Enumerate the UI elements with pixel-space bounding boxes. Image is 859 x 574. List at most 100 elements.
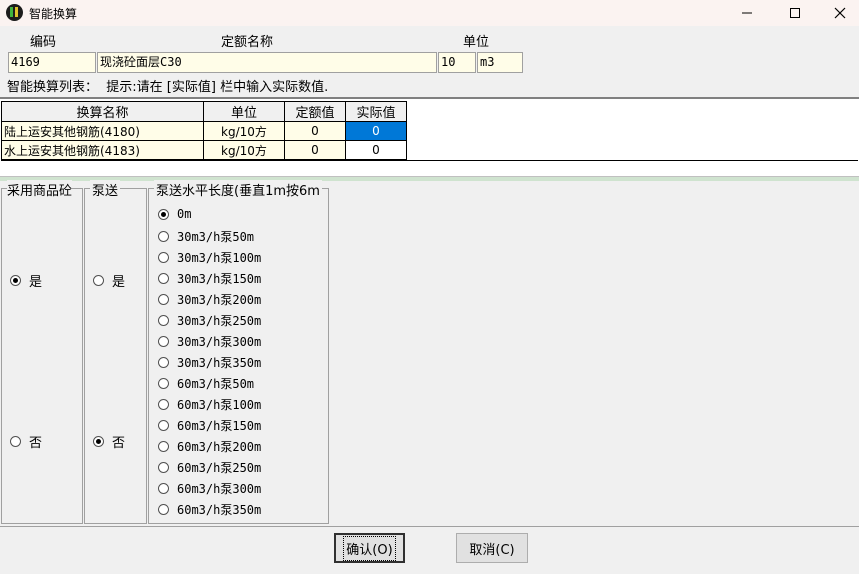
conversion-grid: 换算名称 单位 定额值 实际值 陆上运安其他钢筋(4180) kg/10方 0 … [0,97,859,177]
cancel-label: 取消(C) [469,542,515,558]
radio-label: 是 [29,275,43,290]
radio-unchecked-icon [158,399,169,410]
commercial-yes-radio[interactable]: 是 [10,271,42,290]
close-button[interactable] [817,0,859,26]
bottom-separator [0,526,859,527]
column-header-actual: 实际值 [345,101,407,122]
pump-distance-option[interactable]: 30m3/h泵350m [158,354,261,371]
row-unit-cell: kg/10方 [203,140,285,160]
window-title: 智能换算 [29,7,78,21]
pump-yes-radio[interactable]: 是 [93,271,125,290]
radio-label: 是 [112,275,126,290]
radio-label: 30m3/h泵300m [177,335,262,349]
quota-name-field[interactable]: 现浇砼面层C30 [97,52,437,73]
quota-name-label: 定额名称 [221,35,274,50]
radio-unchecked-icon [158,231,169,242]
radio-unchecked-icon [158,441,169,452]
radio-label: 60m3/h泵200m [177,440,262,454]
grid-edit-row[interactable] [1,160,858,175]
pump-distance-option[interactable]: 60m3/h泵100m [158,396,261,413]
code-label: 编码 [30,35,57,50]
pump-group: 泵送 是 否 [84,180,147,524]
table-row[interactable]: 陆上运安其他钢筋(4180) kg/10方 0 0 [1,121,407,141]
hint-text: 提示:请在 [实际值] 栏中输入实际数值. [106,80,329,95]
pump-distance-option[interactable]: 60m3/h泵300m [158,480,261,497]
pump-distance-option[interactable]: 30m3/h泵250m [158,312,261,329]
minimize-icon [742,12,752,14]
row-quota-cell: 0 [284,121,346,141]
radio-label: 60m3/h泵150m [177,419,262,433]
row-quota-cell: 0 [284,140,346,160]
radio-unchecked-icon [158,336,169,347]
pump-distance-option[interactable]: 60m3/h泵250m [158,459,261,476]
radio-checked-icon [158,208,169,220]
app-logo-icon [6,4,23,21]
pump-distance-option[interactable]: 30m3/h泵300m [158,333,261,350]
confirm-button[interactable]: 确认(O) [334,533,405,563]
column-header-quota: 定额值 [284,101,346,122]
radio-unchecked-icon [10,436,21,447]
table-header-row: 换算名称 单位 定额值 实际值 [1,101,407,122]
radio-unchecked-icon [158,357,169,368]
hint-line: 智能换算列表： 提示:请在 [实际值] 栏中输入实际数值. [7,76,328,95]
cancel-button[interactable]: 取消(C) [456,533,528,563]
list-label: 智能换算列表： [7,80,99,95]
commercial-concrete-group: 采用商品砼 是 否 [1,180,83,524]
pump-distance-option[interactable]: 60m3/h泵350m [158,501,261,518]
column-header-unit: 单位 [203,101,285,122]
radio-label: 30m3/h泵50m [177,230,255,244]
pump-distance-group: 泵送水平长度(垂直1m按6m 0m 30m3/h泵50m 30m3/h泵100m 30… [148,180,329,524]
radio-unchecked-icon [158,420,169,431]
pump-distance-option[interactable]: 30m3/h泵100m [158,249,261,266]
code-field[interactable]: 4169 [8,52,96,73]
pump-distance-option[interactable]: 60m3/h泵200m [158,438,261,455]
radio-unchecked-icon [158,378,169,389]
radio-unchecked-icon [158,504,169,515]
radio-unchecked-icon [158,273,169,284]
row-unit-cell: kg/10方 [203,121,285,141]
splitter[interactable] [0,177,859,181]
radio-checked-icon [93,436,104,447]
pump-distance-title: 泵送水平长度(垂直1m按6m [154,180,322,199]
title-bar: 智能换算 [0,0,859,26]
radio-label: 0m [177,207,192,221]
pump-distance-option[interactable]: 30m3/h泵50m [158,228,254,245]
radio-label: 否 [112,436,126,451]
unit-field[interactable]: m3 [477,52,523,73]
radio-label: 60m3/h泵350m [177,503,262,517]
confirm-label: 确认(O) [343,535,396,561]
table-row[interactable]: 水上运安其他钢筋(4183) kg/10方 0 0 [1,140,407,160]
radio-label: 60m3/h泵100m [177,398,262,412]
quantity-field[interactable]: 10 [438,52,476,73]
pump-distance-option[interactable]: 60m3/h泵50m [158,375,254,392]
radio-unchecked-icon [93,275,104,286]
row-name-cell: 陆上运安其他钢筋(4180) [1,121,204,141]
row-actual-cell[interactable]: 0 [345,121,407,141]
row-name-cell: 水上运安其他钢筋(4183) [1,140,204,160]
close-icon [834,7,846,19]
unit-label: 单位 [463,35,490,50]
radio-label: 30m3/h泵350m [177,356,262,370]
pump-distance-option[interactable]: 0m [158,207,191,221]
commercial-no-radio[interactable]: 否 [10,432,42,451]
pump-distance-option[interactable]: 60m3/h泵150m [158,417,261,434]
pump-distance-option[interactable]: 30m3/h泵150m [158,270,261,287]
pump-distance-option[interactable]: 30m3/h泵200m [158,291,261,308]
maximize-button[interactable] [772,0,818,26]
radio-label: 30m3/h泵250m [177,314,262,328]
smart-conversion-dialog: 智能换算 编码 定额名称 单位 4169 现浇砼面层C30 10 m3 智能换算… [0,0,859,574]
radio-label: 30m3/h泵150m [177,272,262,286]
pump-no-radio[interactable]: 否 [93,432,125,451]
radio-label: 60m3/h泵300m [177,482,262,496]
column-header-name: 换算名称 [1,101,204,122]
conversion-table: 换算名称 单位 定额值 实际值 陆上运安其他钢筋(4180) kg/10方 0 … [1,101,407,160]
row-actual-cell[interactable]: 0 [345,140,407,160]
radio-checked-icon [10,275,21,286]
radio-unchecked-icon [158,294,169,305]
radio-label: 60m3/h泵250m [177,461,262,475]
radio-unchecked-icon [158,483,169,494]
minimize-button[interactable] [724,0,770,26]
radio-unchecked-icon [158,252,169,263]
radio-label: 否 [29,436,43,451]
radio-label: 30m3/h泵100m [177,251,262,265]
